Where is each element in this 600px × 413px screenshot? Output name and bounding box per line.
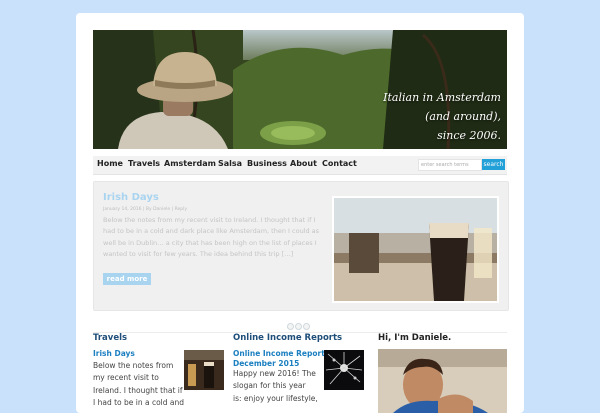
header-banner: Italian in Amsterdam (and around), since…	[93, 30, 507, 149]
excerpt-line: I had to be in a cold and	[93, 398, 185, 408]
nav-item-travels[interactable]: Travels	[128, 159, 160, 168]
main-nav: Home Travels Amsterdam Salsa Business Ab…	[93, 156, 507, 175]
excerpt-line: Ireland. I thought that if	[93, 385, 183, 395]
thumbnail-image	[184, 350, 224, 390]
featured-post-title[interactable]: Irish Days	[103, 192, 159, 203]
nav-item-business[interactable]: Business	[247, 159, 287, 168]
nav-item-contact[interactable]: Contact	[322, 159, 357, 168]
tagline-line-2: (and around),	[425, 110, 501, 123]
slider-pagination	[287, 315, 311, 334]
page-container: Italian in Amsterdam (and around), since…	[76, 13, 524, 413]
thumbnail-image	[324, 350, 364, 390]
nav-item-salsa[interactable]: Salsa	[218, 159, 242, 168]
tagline-line-3: since 2006.	[437, 129, 501, 142]
author-photo	[378, 349, 507, 413]
site-tagline: Italian in Amsterdam (and around), since…	[383, 88, 501, 145]
featured-post-image[interactable]	[332, 196, 499, 303]
slider-dot-1[interactable]	[287, 323, 294, 330]
income-post-title-line-1[interactable]: Online Income Report -	[233, 349, 331, 359]
travels-post-excerpt: Below the notes from my recent visit to …	[93, 360, 184, 410]
featured-post-excerpt: Below the notes from my recent visit to …	[103, 216, 320, 258]
income-post-thumbnail[interactable]	[324, 350, 364, 390]
excerpt-line: is: enjoy your lifestyle,	[233, 393, 318, 403]
excerpt-line: my recent visit to	[93, 373, 159, 383]
about-section-title: Hi, I'm Daniele.	[378, 333, 452, 343]
travels-post-thumbnail[interactable]	[184, 350, 224, 390]
excerpt-line: Below the notes from	[93, 361, 174, 370]
slider-dot-3[interactable]	[303, 323, 310, 330]
author-portrait	[378, 349, 507, 413]
nav-item-amsterdam[interactable]: Amsterdam	[164, 159, 216, 168]
tagline-line-1: Italian in Amsterdam	[383, 91, 501, 104]
travels-post-title[interactable]: Irish Days	[93, 349, 135, 359]
featured-post-meta: January 14, 2016 | By Daniele | Reply	[103, 207, 188, 212]
excerpt-line: slogan for this year	[233, 381, 306, 391]
income-section-title[interactable]: Online Income Reports	[233, 333, 342, 343]
slider-dot-2[interactable]	[295, 323, 302, 330]
travels-section-title[interactable]: Travels	[93, 333, 127, 343]
pub-photo	[334, 198, 497, 301]
excerpt-line: Happy new 2016! The	[233, 369, 316, 378]
nav-item-home[interactable]: Home	[97, 159, 123, 168]
nav-item-about[interactable]: About	[290, 159, 317, 168]
search-input[interactable]	[418, 159, 482, 171]
income-post-title[interactable]: Online Income Report - December 2015	[233, 349, 331, 369]
read-more-button[interactable]: read more	[103, 273, 151, 285]
search-button[interactable]: search	[482, 159, 505, 170]
featured-post-slider: Irish Days January 14, 2016 | By Daniele…	[93, 181, 509, 311]
